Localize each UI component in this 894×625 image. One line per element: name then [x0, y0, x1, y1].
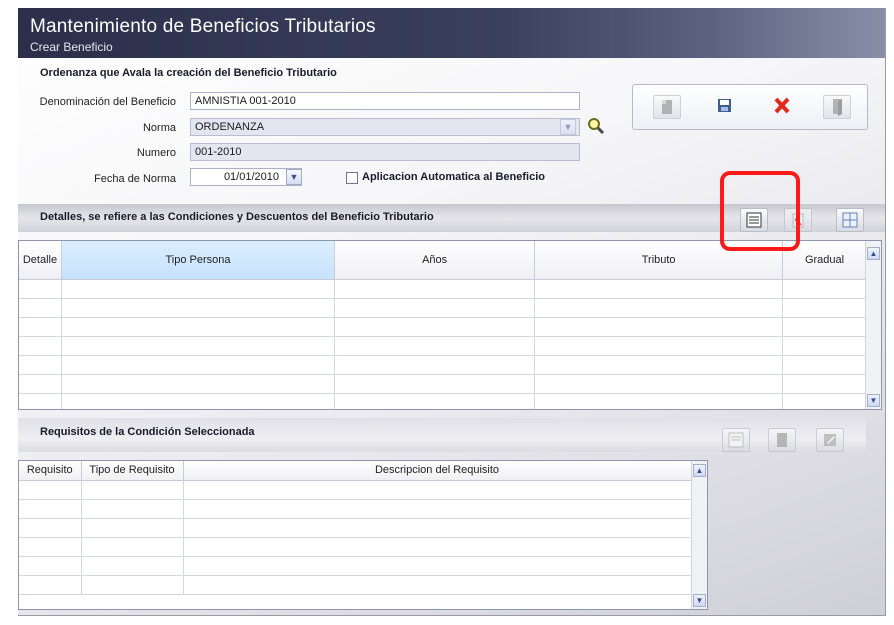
save-button[interactable]: [711, 95, 739, 119]
column-header-requisito[interactable]: Requisito: [19, 461, 82, 481]
norma-select[interactable]: ORDENANZA: [190, 118, 580, 136]
chevron-down-icon: ▼: [869, 396, 878, 405]
exit-door-icon: [833, 99, 842, 116]
scroll-down-button[interactable]: ▼: [693, 594, 706, 607]
chevron-up-icon: ▲: [695, 466, 704, 475]
column-header-tipo-persona[interactable]: Tipo Persona: [61, 241, 336, 280]
column-header-tipo-requisito[interactable]: Tipo de Requisito: [81, 461, 184, 481]
requirements-grid: Requisito Tipo de Requisito Descripcion …: [18, 460, 708, 610]
page-subtitle: Crear Beneficio: [30, 40, 113, 54]
new-document-icon: [777, 433, 787, 447]
denominacion-field[interactable]: AMNISTIA 001-2010: [190, 92, 580, 110]
highlight-annotation: [720, 171, 800, 251]
requirements-scrollbar[interactable]: ▲ ▼: [691, 461, 707, 609]
denominacion-label: Denominación del Beneficio: [39, 96, 176, 108]
norma-label: Norma: [142, 122, 176, 134]
save-icon: [718, 99, 731, 112]
page-title: Mantenimiento de Beneficios Tributarios: [30, 16, 376, 37]
column-header-descripcion[interactable]: Descripcion del Requisito: [183, 461, 692, 481]
new-document-icon: [662, 100, 672, 114]
edit-row-icon: [824, 434, 836, 446]
add-requirement-button[interactable]: [722, 428, 750, 452]
search-icon: [588, 118, 605, 135]
requirements-table: Requisito Tipo de Requisito Descripcion …: [19, 461, 692, 595]
table-row[interactable]: [19, 279, 867, 299]
new-button[interactable]: [653, 95, 681, 119]
title-bar: Mantenimiento de Beneficios Tributarios …: [18, 8, 885, 58]
table-row[interactable]: [19, 374, 867, 394]
fecha-label: Fecha de Norma: [94, 173, 176, 185]
table-row[interactable]: [19, 518, 692, 538]
auto-apply-checkbox[interactable]: [346, 172, 358, 184]
new-requirement-button[interactable]: [768, 428, 796, 452]
add-row-icon: [728, 432, 744, 448]
table-row[interactable]: [19, 393, 867, 409]
column-header-anos[interactable]: Años: [334, 241, 536, 280]
chevron-down-icon: ▼: [695, 596, 704, 605]
table-row[interactable]: [19, 317, 867, 337]
chevron-up-icon: ▲: [869, 249, 878, 258]
auto-apply-label: Aplicacion Automatica al Beneficio: [362, 171, 545, 183]
exit-button[interactable]: [823, 95, 851, 119]
table-row[interactable]: [19, 480, 692, 500]
fecha-calendar-button[interactable]: ▼: [286, 169, 302, 185]
details-section-heading: Detalles, se refiere a las Condiciones y…: [40, 211, 434, 223]
app-window: Mantenimiento de Beneficios Tributarios …: [18, 8, 886, 616]
table-row[interactable]: [19, 575, 692, 595]
ordinance-section-heading: Ordenanza que Avala la creación del Bene…: [40, 67, 337, 79]
edit-row-icon: [842, 212, 858, 228]
numero-field[interactable]: 001-2010: [190, 143, 580, 161]
norma-dropdown-button[interactable]: ▼: [560, 119, 576, 135]
requirements-section-heading: Requisitos de la Condición Seleccionada: [40, 426, 255, 438]
scroll-up-button[interactable]: ▲: [867, 247, 880, 260]
cancel-x-icon: [774, 97, 790, 114]
chevron-down-icon: ▼: [289, 172, 299, 182]
table-row[interactable]: [19, 556, 692, 576]
details-scrollbar[interactable]: ▲ ▼: [865, 241, 881, 409]
scroll-down-button[interactable]: ▼: [867, 394, 880, 407]
column-header-detalle[interactable]: Detalle: [19, 241, 62, 280]
numero-label: Numero: [136, 147, 176, 159]
edit-requirement-button[interactable]: [816, 428, 844, 452]
table-row[interactable]: [19, 298, 867, 318]
details-grid: Detalle Tipo Persona Años Tributo Gradua…: [18, 240, 882, 410]
details-table: Detalle Tipo Persona Años Tributo Gradua…: [19, 241, 867, 409]
table-row[interactable]: [19, 537, 692, 557]
scroll-up-button[interactable]: ▲: [693, 464, 706, 477]
main-toolbar: [632, 84, 868, 130]
cancel-button[interactable]: [769, 95, 797, 119]
table-row[interactable]: [19, 499, 692, 519]
edit-detail-button[interactable]: [836, 208, 864, 232]
chevron-down-icon: ▼: [563, 122, 573, 132]
table-row[interactable]: [19, 336, 867, 356]
table-row[interactable]: [19, 355, 867, 375]
search-norma-button[interactable]: [586, 116, 606, 136]
